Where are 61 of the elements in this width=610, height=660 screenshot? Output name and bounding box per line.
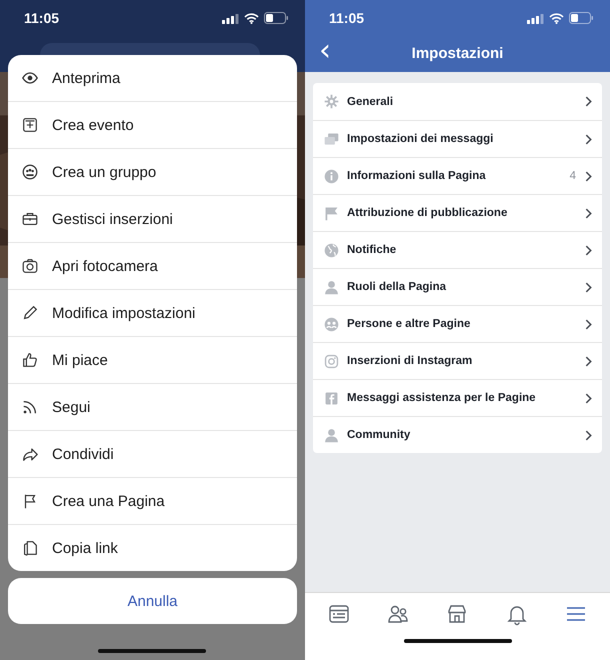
status-time: 11:05 bbox=[329, 10, 364, 26]
settings-item[interactable]: Ruoli della Pagina bbox=[313, 268, 602, 305]
briefcase-icon bbox=[21, 210, 39, 228]
wifi-icon bbox=[244, 12, 259, 24]
chat-icon bbox=[323, 130, 340, 148]
people-icon bbox=[323, 316, 340, 332]
chevron-icon bbox=[585, 170, 592, 182]
header-title: Impostazioni bbox=[412, 44, 504, 62]
battery-icon bbox=[264, 12, 288, 24]
chevron-icon bbox=[585, 430, 592, 440]
person-icon bbox=[323, 278, 340, 296]
chevron-icon bbox=[585, 318, 592, 330]
chevron-icon bbox=[585, 134, 592, 144]
pencil-icon bbox=[21, 304, 39, 322]
calendar-plus-icon bbox=[21, 116, 39, 134]
menu-item[interactable]: Condividi bbox=[8, 430, 297, 477]
settings-item[interactable]: Inserzioni di Instagram bbox=[313, 342, 602, 379]
chevron-icon bbox=[585, 282, 592, 292]
menu-item[interactable]: Anteprima bbox=[8, 55, 297, 101]
menu-item[interactable]: Mi piace bbox=[8, 336, 297, 383]
wifi-icon bbox=[549, 12, 564, 24]
chevron-icon bbox=[585, 244, 592, 256]
menu-item[interactable]: Crea un gruppo bbox=[8, 148, 297, 195]
cancel-button[interactable]: Annulla bbox=[8, 578, 297, 624]
gear-icon bbox=[323, 93, 340, 110]
menu-item[interactable]: Gestisci inserzioni bbox=[8, 195, 297, 242]
menu-item[interactable]: Modifica impostazioni bbox=[8, 289, 297, 336]
camera-icon bbox=[323, 352, 340, 370]
signal-icon bbox=[527, 12, 544, 24]
chevron-icon bbox=[585, 96, 592, 107]
settings-item[interactable]: Impostazioni dei messaggi bbox=[313, 120, 602, 157]
menu-item[interactable]: Crea una Pagina bbox=[8, 477, 297, 524]
back-button[interactable]: ‹ bbox=[315, 38, 335, 64]
settings-item[interactable]: Informazioni sulla Pagina 4 bbox=[313, 157, 602, 194]
count-label: 4 bbox=[570, 170, 576, 182]
signal-icon bbox=[222, 12, 239, 24]
camera-icon bbox=[21, 257, 39, 275]
info-icon bbox=[323, 168, 340, 184]
status-time: 11:05 bbox=[24, 10, 60, 26]
menu-item[interactable]: Crea evento bbox=[8, 101, 297, 148]
page-icon bbox=[323, 390, 340, 406]
chevron-icon bbox=[585, 208, 592, 218]
battery-icon bbox=[569, 12, 593, 24]
settings-item[interactable]: Generali bbox=[313, 83, 602, 120]
settings-item[interactable]: Persone e altre Pagine bbox=[313, 305, 602, 342]
settings-item[interactable]: Attribuzione di pubblicazione bbox=[313, 194, 602, 231]
globe-icon bbox=[323, 242, 340, 258]
menu-item[interactable]: Apri fotocamera bbox=[8, 242, 297, 289]
menu-item[interactable]: Copia link bbox=[8, 524, 297, 571]
thumbs-up-icon bbox=[21, 351, 39, 369]
rss-icon bbox=[21, 398, 39, 416]
person-icon bbox=[323, 426, 340, 444]
chevron-icon bbox=[585, 356, 592, 366]
settings-item[interactable]: Messaggi assistenza per le Pagine bbox=[313, 379, 602, 416]
flag-icon bbox=[323, 204, 340, 222]
copy-icon bbox=[21, 539, 39, 557]
settings-item[interactable]: Community bbox=[313, 416, 602, 453]
menu-item[interactable]: Segui bbox=[8, 383, 297, 430]
group-icon bbox=[21, 163, 39, 181]
settings-item[interactable]: Notifiche bbox=[313, 231, 602, 268]
chevron-icon bbox=[585, 392, 592, 404]
